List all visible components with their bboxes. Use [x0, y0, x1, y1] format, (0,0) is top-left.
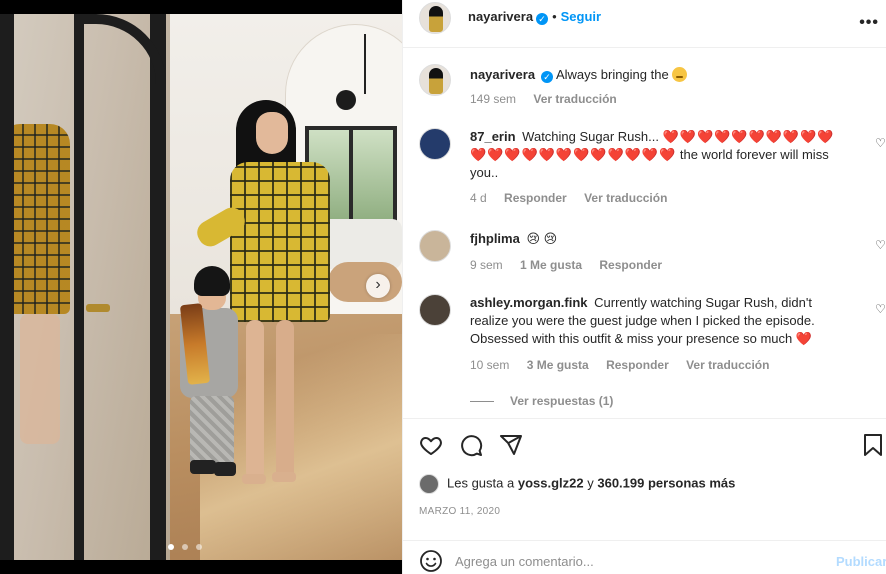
comment-username[interactable]: ashley.morgan.fink	[470, 295, 588, 310]
translate-link[interactable]: Ver traducción	[686, 358, 769, 372]
liker-avatar[interactable]	[419, 474, 439, 494]
caption-time[interactable]: 149 sem	[470, 92, 516, 106]
child-legs	[190, 396, 234, 466]
photo-table	[328, 262, 402, 302]
woman-face	[256, 112, 288, 154]
child-shoe-left	[190, 460, 216, 474]
comment-text: Watching Sugar Rush...	[522, 129, 659, 144]
header-separator: •	[552, 9, 557, 24]
comment-avatar[interactable]	[419, 294, 451, 326]
comment-composer: Publicar	[403, 540, 886, 574]
reply-button[interactable]: Responder	[606, 358, 669, 372]
comment-likes[interactable]: 3 Me gusta	[527, 358, 589, 372]
likes-line: Les gusta a yoss.glz22 y 360.199 persona…	[419, 474, 735, 494]
likes-others-link[interactable]: 360.199 personas más	[597, 475, 735, 490]
author-avatar[interactable]	[419, 2, 451, 34]
comment-time[interactable]: 9 sem	[470, 258, 503, 272]
comment-body: ashley.morgan.fink Currently watching Su…	[470, 294, 850, 348]
comment-item: 87_erin Watching Sugar Rush... ❤️❤️❤️❤️❤…	[419, 128, 886, 208]
post-date[interactable]: MARZO 11, 2020	[419, 506, 500, 517]
share-icon[interactable]	[499, 433, 523, 457]
carousel-dots	[0, 538, 370, 553]
liker-username[interactable]: yoss.glz22	[518, 475, 584, 490]
like-comment-heart-icon[interactable]: ♡	[875, 136, 886, 150]
comment-avatar[interactable]	[419, 128, 451, 160]
caption-avatar[interactable]	[419, 64, 451, 96]
view-replies-label: Ver respuestas (1)	[510, 394, 614, 408]
reply-button[interactable]: Responder	[504, 191, 567, 205]
replies-line	[470, 401, 494, 403]
author-row: nayarivera ✓ • Seguir	[468, 9, 601, 25]
like-heart-icon[interactable]	[419, 433, 443, 457]
post-side-panel: nayarivera ✓ • Seguir ••• nayarivera ✓ Alway…	[402, 0, 886, 574]
comment-likes[interactable]: 1 Me gusta	[520, 258, 582, 272]
publish-button[interactable]: Publicar	[836, 554, 886, 569]
view-replies-button[interactable]: Ver respuestas (1)	[470, 394, 613, 408]
comment-meta: 9 sem 1 Me gusta Responder	[470, 258, 676, 272]
comment-time[interactable]: 4 d	[470, 191, 487, 205]
comment-meta: 10 sem 3 Me gusta Responder Ver traducci…	[470, 358, 783, 372]
mirror-handle	[86, 304, 110, 312]
mirror-frame-left	[0, 14, 14, 560]
verified-icon: ✓	[536, 13, 549, 25]
follow-button[interactable]: Seguir	[561, 9, 601, 24]
likes-prefix: Les gusta a	[447, 475, 515, 491]
translate-link[interactable]: Ver traducción	[584, 191, 667, 205]
woman-leg-right	[276, 320, 294, 480]
save-bookmark-icon[interactable]	[863, 433, 883, 457]
comment-body: fjhplima 😢 😢	[470, 230, 850, 248]
caption: nayarivera ✓ Always bringing the 149 sem …	[419, 64, 879, 124]
photo-lamp	[336, 90, 356, 110]
more-options-icon[interactable]: •••	[859, 14, 879, 32]
caption-text: Always bringing the	[555, 67, 669, 82]
carousel-dot-1	[168, 544, 175, 550]
woman-plaid-dress	[230, 162, 330, 322]
comment-meta: 4 d Responder Ver traducción	[470, 191, 681, 205]
photo-lamp-wire	[364, 34, 366, 94]
carousel-dot-2	[182, 544, 188, 550]
comment-username[interactable]: 87_erin	[470, 129, 516, 144]
caption-translate-link[interactable]: Ver traducción	[533, 92, 616, 106]
post-actions	[403, 418, 886, 468]
like-comment-heart-icon[interactable]: ♡	[875, 238, 886, 252]
comment-input[interactable]	[455, 551, 815, 571]
comment-emojis: 😢 😢	[526, 231, 558, 246]
post-photo[interactable]: ›	[0, 0, 402, 574]
comment-time[interactable]: 10 sem	[470, 358, 509, 372]
caption-meta: 149 sem Ver traducción	[470, 92, 631, 106]
emoji-picker-icon[interactable]	[419, 549, 443, 573]
caption-username[interactable]: nayarivera	[470, 67, 535, 82]
child-beanie	[194, 266, 230, 296]
carousel-dot-3	[195, 544, 202, 550]
woman-leg-left	[246, 320, 264, 480]
carousel-next-button[interactable]: ›	[366, 274, 390, 298]
verified-icon: ✓	[541, 71, 554, 83]
comment-item: ashley.morgan.fink Currently watching Su…	[419, 294, 886, 404]
photo-scene	[0, 14, 402, 560]
smiling-face-emoji-icon	[672, 67, 688, 82]
comment-icon[interactable]	[459, 433, 483, 457]
likes-joiner: y	[587, 475, 594, 491]
child-shoe-right	[214, 462, 236, 476]
caption-body: nayarivera ✓ Always bringing the	[470, 66, 850, 84]
author-username[interactable]: nayarivera	[468, 9, 533, 24]
mirror-reflection-legs	[20, 314, 60, 444]
comment-item: fjhplima 😢 😢 9 sem 1 Me gusta Responder …	[419, 230, 886, 274]
comments-list: nayarivera ✓ Always bringing the 149 sem …	[403, 48, 886, 418]
woman-shoe-right	[272, 472, 296, 482]
woman-shoe-left	[242, 474, 266, 484]
comment-body: 87_erin Watching Sugar Rush... ❤️❤️❤️❤️❤…	[470, 128, 850, 182]
like-comment-heart-icon[interactable]: ♡	[875, 302, 886, 316]
comment-avatar[interactable]	[419, 230, 451, 262]
reply-button[interactable]: Responder	[599, 258, 662, 272]
comment-username[interactable]: fjhplima	[470, 231, 520, 246]
comment-hearts: ❤️	[795, 331, 814, 346]
post-header: nayarivera ✓ • Seguir •••	[403, 0, 886, 48]
